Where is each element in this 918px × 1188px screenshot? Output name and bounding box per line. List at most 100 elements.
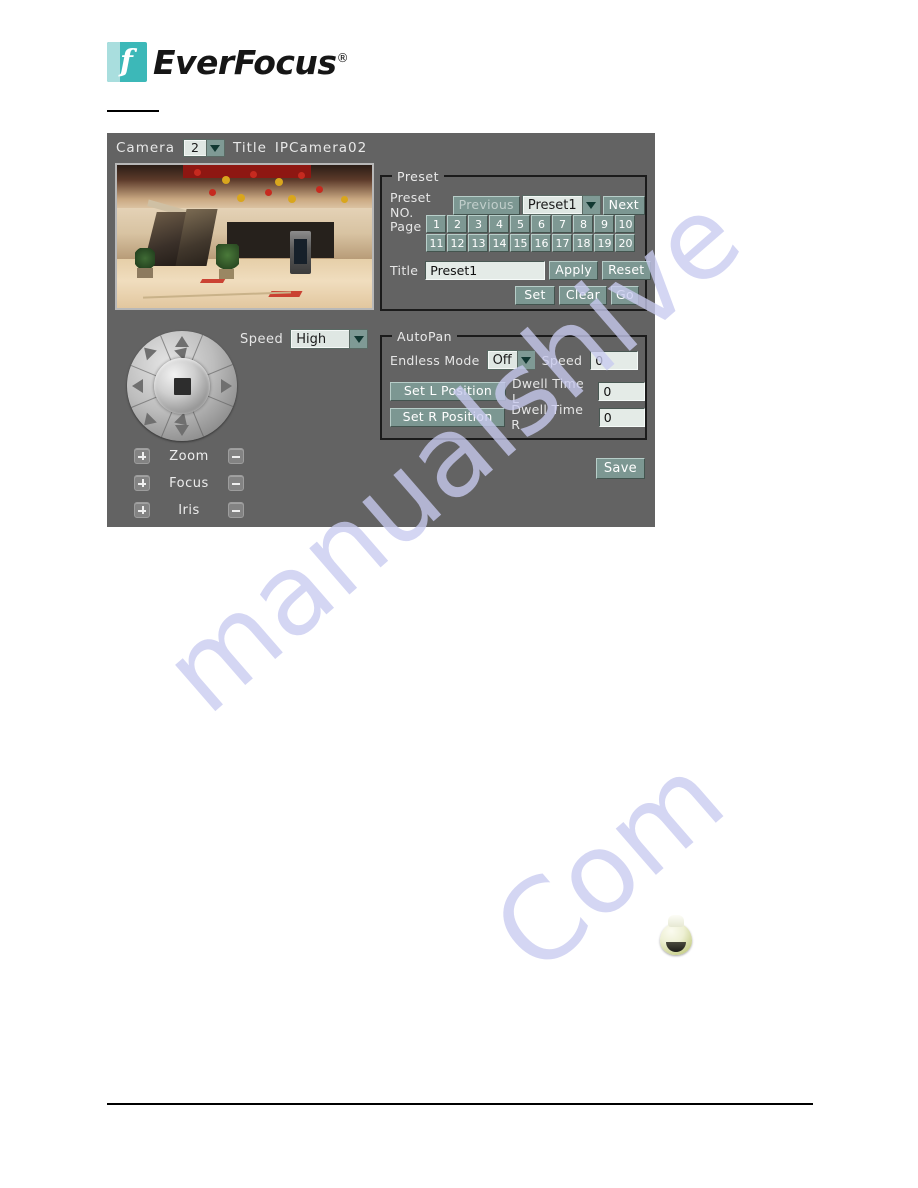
page-button[interactable]: 17: [552, 234, 573, 252]
preset-title-label: Title: [390, 263, 419, 278]
autopan-speed-input[interactable]: 0: [590, 350, 639, 370]
zoom-in-button[interactable]: [134, 448, 150, 464]
page-button[interactable]: 16: [531, 234, 552, 252]
preset-go-button[interactable]: Go: [611, 286, 639, 305]
preset-number-dropdown[interactable]: Preset1: [521, 195, 601, 215]
ptz-joystick[interactable]: [127, 331, 237, 441]
set-right-position-row: Set R Position Dwell Time R 0: [390, 402, 646, 432]
endless-mode-value: Off: [492, 352, 512, 368]
iris-close-button[interactable]: [228, 502, 244, 518]
preview-kiosk-screen: [294, 239, 307, 264]
page-button[interactable]: 8: [573, 215, 594, 233]
preview-red-banner: [183, 165, 311, 178]
chevron-down-icon: [581, 196, 600, 214]
joystick-center-hub[interactable]: [154, 358, 210, 414]
preview-floor: [117, 259, 372, 308]
focus-label: Focus: [169, 475, 209, 491]
pan-down-arrow-icon[interactable]: [175, 425, 189, 436]
preset-action-row: Set Clear Go: [515, 286, 639, 305]
preset-title-row: Title Preset1 Apply Reset: [390, 261, 651, 280]
preset-title-input[interactable]: Preset1: [425, 261, 546, 280]
page-button[interactable]: 3: [468, 215, 489, 233]
preset-previous-button[interactable]: Previous: [452, 195, 520, 215]
page-button[interactable]: 11: [426, 234, 447, 252]
everfocus-logo: f EverFocus®: [107, 42, 349, 82]
camera-number-dropdown[interactable]: 2: [182, 139, 225, 157]
page-button[interactable]: 5: [510, 215, 531, 233]
iris-label: Iris: [178, 502, 200, 518]
chevron-down-icon: [349, 330, 368, 348]
watermark-text-secondary: Com: [470, 732, 749, 999]
focus-far-button[interactable]: [228, 475, 244, 491]
page-button[interactable]: 10: [615, 215, 636, 233]
set-right-position-button[interactable]: Set R Position: [390, 407, 506, 427]
page-button[interactable]: 6: [531, 215, 552, 233]
page-label: Page: [390, 219, 422, 234]
stop-icon[interactable]: [173, 377, 191, 395]
preview-decoration: [193, 169, 201, 177]
ptz-speed-dropdown[interactable]: High: [290, 329, 369, 349]
ptz-speed-label: Speed: [240, 331, 284, 347]
dwell-time-left-input[interactable]: 0: [598, 381, 645, 401]
preset-next-button[interactable]: Next: [602, 195, 645, 215]
chevron-down-icon: [205, 140, 224, 156]
preset-number-value: Preset1: [527, 197, 577, 213]
lens-controls: Zoom Focus Iris: [134, 446, 244, 527]
page-button[interactable]: 2: [447, 215, 468, 233]
page-button[interactable]: 13: [468, 234, 489, 252]
zoom-control-row: Zoom: [134, 446, 244, 466]
preset-clear-button[interactable]: Clear: [559, 286, 607, 305]
registered-mark: ®: [336, 50, 349, 65]
page-button[interactable]: 18: [573, 234, 594, 252]
autopan-group-title: AutoPan: [392, 329, 458, 344]
page-button[interactable]: 20: [615, 234, 636, 252]
page-button[interactable]: 9: [594, 215, 615, 233]
page-button-grid: 1 2 3 4 5 6 7 8 9 10 11 12 13 14 15 16 1…: [426, 215, 636, 252]
everfocus-logo-mark: f: [107, 42, 147, 82]
page-button[interactable]: 15: [510, 234, 531, 252]
preview-dark-wall: [226, 222, 334, 258]
logo-mark-letter: f: [120, 44, 133, 79]
iris-control-row: Iris: [134, 500, 244, 520]
endless-mode-label: Endless Mode: [390, 352, 480, 368]
pan-right-arrow-icon[interactable]: [221, 379, 232, 393]
iris-open-button[interactable]: [134, 502, 150, 518]
save-button[interactable]: Save: [595, 458, 645, 479]
ptz-speed-row: Speed High: [240, 329, 369, 349]
set-left-position-button[interactable]: Set L Position: [390, 381, 506, 401]
preset-group-title: Preset: [392, 169, 444, 184]
dwell-time-right-label: Dwell Time R: [511, 402, 584, 432]
page-button[interactable]: 12: [447, 234, 468, 252]
preset-group: Preset Preset NO. Previous Preset1 Next …: [380, 169, 651, 311]
preset-apply-button[interactable]: Apply: [549, 261, 599, 280]
everfocus-wordmark: EverFocus®: [153, 42, 349, 82]
endless-mode-dropdown[interactable]: Off: [486, 350, 535, 370]
preview-decoration: [221, 176, 230, 185]
autopan-speed-label: Speed: [541, 352, 583, 368]
pan-left-arrow-icon[interactable]: [132, 379, 143, 393]
footer-rule: [107, 1103, 813, 1105]
page-button[interactable]: 7: [552, 215, 573, 233]
preview-decoration: [236, 193, 245, 202]
zoom-out-button[interactable]: [228, 448, 244, 464]
page-button[interactable]: 19: [594, 234, 615, 252]
header-rule: [107, 110, 159, 112]
preview-floor-marking-1: [199, 279, 226, 284]
dwell-time-right-input[interactable]: 0: [598, 407, 646, 427]
autopan-group: AutoPan Endless Mode Off Speed 0 Set L P…: [380, 329, 647, 440]
page-button[interactable]: 14: [489, 234, 510, 252]
page-button[interactable]: 1: [426, 215, 447, 233]
camera-label: Camera: [116, 140, 175, 156]
camera-title-label: Title: [232, 140, 267, 156]
focus-near-button[interactable]: [134, 475, 150, 491]
wordmark-text: EverFocus: [153, 42, 337, 82]
page-button[interactable]: 4: [489, 215, 510, 233]
preview-decoration: [249, 170, 257, 178]
camera-number-value: 2: [191, 139, 199, 155]
preset-reset-button[interactable]: Reset: [602, 261, 651, 280]
camera-title-value: IPCamera02: [274, 140, 368, 156]
preset-set-button[interactable]: Set: [515, 286, 555, 305]
preview-plant-center: [216, 243, 240, 273]
live-video-preview[interactable]: [115, 163, 374, 310]
endless-mode-row: Endless Mode Off Speed 0: [390, 350, 639, 370]
